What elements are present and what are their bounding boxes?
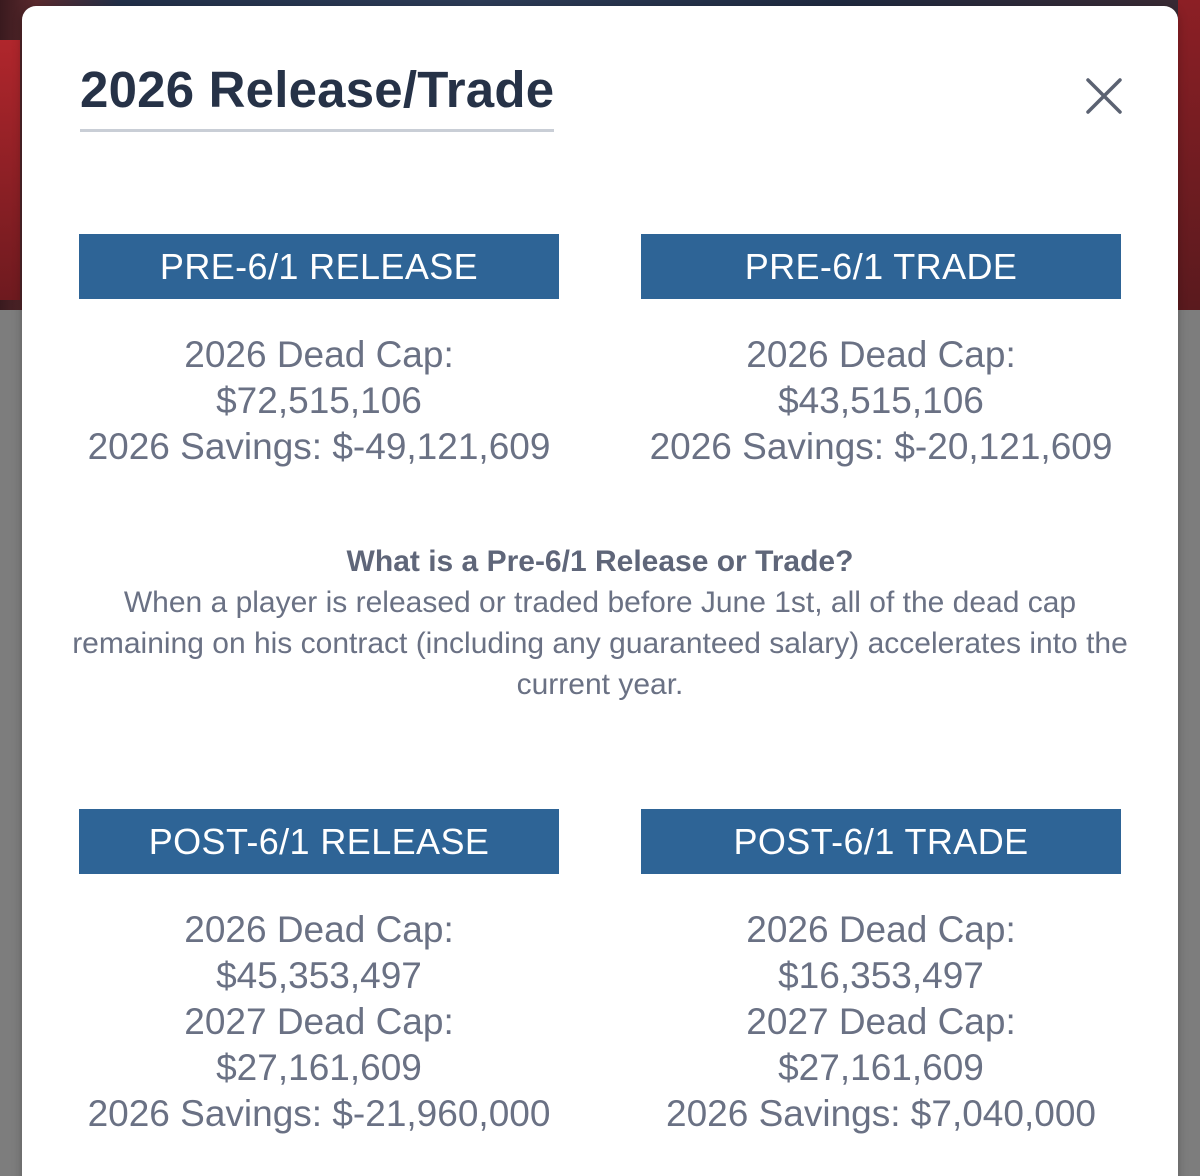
pre-trade-header: PRE-6/1 TRADE bbox=[641, 234, 1121, 299]
close-icon-glyph bbox=[1086, 78, 1122, 114]
stat-savings: 2026 Savings: $-20,121,609 bbox=[649, 426, 1113, 467]
stat-value: $27,161,609 bbox=[778, 1047, 984, 1088]
modal-title: 2026 Release/Trade bbox=[80, 64, 555, 132]
stat-label: 2026 Dead Cap: bbox=[746, 334, 1016, 375]
stat-label: 2027 Dead Cap: bbox=[746, 1001, 1016, 1042]
stat-label: 2026 Dead Cap: bbox=[184, 334, 454, 375]
stat-value: $16,353,497 bbox=[778, 955, 984, 996]
stat-savings: 2026 Savings: $-49,121,609 bbox=[87, 426, 551, 467]
pre-release-header: PRE-6/1 RELEASE bbox=[79, 234, 559, 299]
stat-label: 2026 Dead Cap: bbox=[184, 909, 454, 950]
background-figure-left bbox=[0, 40, 20, 300]
pre-trade-stats: 2026 Dead Cap: $43,515,106 2026 Savings:… bbox=[601, 332, 1161, 470]
pre-release-stats: 2026 Dead Cap: $72,515,106 2026 Savings:… bbox=[39, 332, 599, 470]
explanation-body: When a player is released or traded befo… bbox=[72, 586, 1128, 701]
pre-6-1-explanation: What is a Pre-6/1 Release or Trade? When… bbox=[62, 541, 1138, 705]
post-release-header: POST-6/1 RELEASE bbox=[79, 809, 559, 874]
close-icon[interactable] bbox=[1084, 76, 1124, 116]
post-trade-header: POST-6/1 TRADE bbox=[641, 809, 1121, 874]
stat-savings: 2026 Savings: $7,040,000 bbox=[666, 1093, 1096, 1134]
post-release-stats: 2026 Dead Cap: $45,353,497 2027 Dead Cap… bbox=[39, 907, 599, 1137]
stat-value: $43,515,106 bbox=[778, 380, 984, 421]
background-figure-right bbox=[1178, 0, 1200, 310]
stat-value: $45,353,497 bbox=[216, 955, 422, 996]
stat-value: $72,515,106 bbox=[216, 380, 422, 421]
stat-value: $27,161,609 bbox=[216, 1047, 422, 1088]
explanation-title: What is a Pre-6/1 Release or Trade? bbox=[346, 545, 854, 578]
release-trade-modal: 2026 Release/Trade PRE-6/1 RELEASE 2026 … bbox=[22, 6, 1178, 1176]
stat-savings: 2026 Savings: $-21,960,000 bbox=[87, 1093, 551, 1134]
stat-label: 2026 Dead Cap: bbox=[746, 909, 1016, 950]
stat-label: 2027 Dead Cap: bbox=[184, 1001, 454, 1042]
post-trade-stats: 2026 Dead Cap: $16,353,497 2027 Dead Cap… bbox=[601, 907, 1161, 1137]
